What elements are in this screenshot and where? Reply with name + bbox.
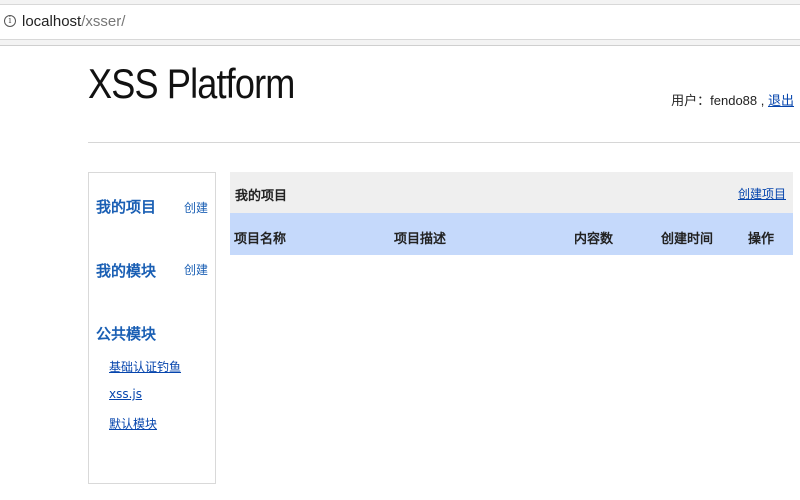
column-header-actions: 操作 — [748, 232, 775, 247]
create-module-sidebar-link[interactable]: 创建 — [184, 261, 208, 278]
header-divider — [88, 142, 800, 143]
projects-panel-header: 我的项目 创建项目 — [230, 172, 793, 213]
browser-toolbar: i localhost/xsser/ — [0, 0, 800, 46]
column-header-created-time: 创建时间 — [661, 232, 714, 247]
column-header-content-count: 内容数 — [574, 232, 614, 247]
info-icon[interactable]: i — [4, 15, 16, 27]
user-info: 用户：fendo88 , 退出 — [671, 90, 794, 109]
sidebar-item-public-modules[interactable]: 公共模块 — [96, 323, 156, 344]
column-header-project-name: 项目名称 — [234, 232, 287, 247]
panel-title: 我的项目 — [235, 189, 288, 204]
public-module-link[interactable]: xss.js — [109, 387, 142, 401]
address-bar[interactable]: i localhost/xsser/ — [0, 4, 800, 40]
create-project-sidebar-link[interactable]: 创建 — [184, 199, 208, 216]
site-title: XSS Platform — [88, 60, 295, 107]
column-header-project-description: 项目描述 — [394, 232, 447, 247]
sidebar: 我的项目 创建 我的模块 创建 公共模块 基础认证钓鱼 xss.js 默认模块 — [88, 172, 216, 484]
username-label: 用户：fendo88 , — [671, 93, 765, 108]
logout-link[interactable]: 退出 — [768, 93, 794, 108]
url-host: localhost — [22, 13, 82, 30]
url-text[interactable]: localhost/xsser/ — [22, 13, 125, 30]
create-project-button[interactable]: 创建项目 — [738, 185, 786, 202]
public-module-link[interactable]: 基础认证钓鱼 — [109, 358, 181, 375]
sidebar-item-my-projects[interactable]: 我的项目 — [96, 196, 156, 217]
sidebar-item-my-modules[interactable]: 我的模块 — [96, 260, 156, 281]
projects-table-header: 项目名称 项目描述 内容数 创建时间 操作 — [230, 213, 793, 255]
public-module-link[interactable]: 默认模块 — [109, 415, 157, 432]
url-path: /xsser/ — [81, 13, 126, 30]
